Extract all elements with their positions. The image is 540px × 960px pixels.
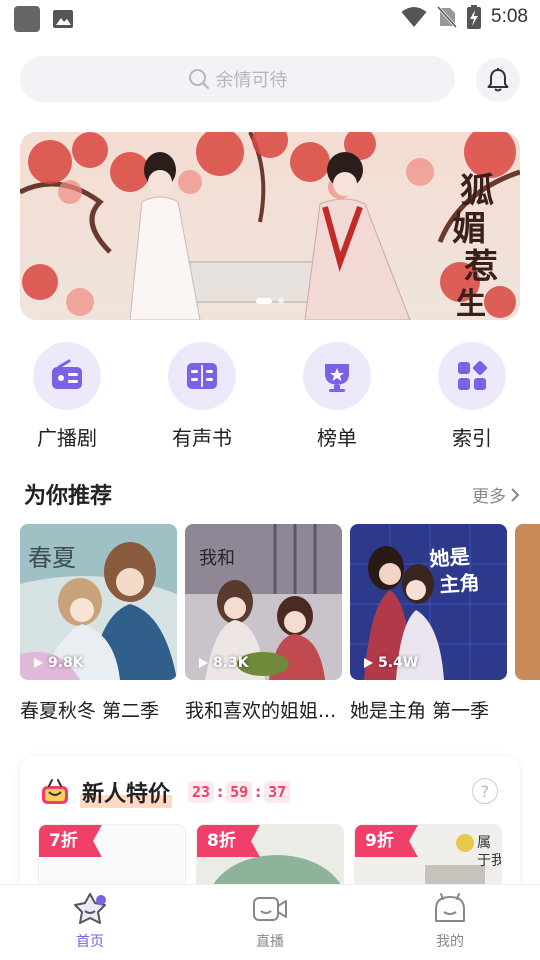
nav-label: 我的 <box>436 934 464 950</box>
bell-icon <box>487 68 509 92</box>
search-placeholder: 余情可待 <box>215 70 288 91</box>
recommend-card[interactable]: 春夏 9.8K 春夏秋冬 第二季 <box>20 524 177 723</box>
banner-illustration: 狐 媚 惹 生 <box>20 132 520 320</box>
status-bar: 5:08 <box>0 0 540 36</box>
nav-home[interactable]: 首页 <box>30 891 150 951</box>
recommend-card-partial[interactable] <box>515 524 540 680</box>
play-icon <box>364 658 373 668</box>
section-title: 为你推荐 <box>24 484 113 509</box>
svg-text:她是: 她是 <box>429 544 471 571</box>
category-label: 有声书 <box>172 426 232 450</box>
book-icon <box>187 363 217 389</box>
nav-profile[interactable]: 我的 <box>390 891 510 951</box>
nav-label: 首页 <box>76 934 104 950</box>
category-icon-bg <box>438 342 506 410</box>
pager-dot-active <box>256 298 272 304</box>
recommend-title: 我和喜欢的姐姐... <box>185 700 337 722</box>
more-link[interactable]: 更多 <box>472 482 520 507</box>
play-icon <box>199 658 208 668</box>
grid-index-icon <box>458 361 487 390</box>
shopping-basket-icon <box>42 779 68 804</box>
banner-pager <box>256 298 284 304</box>
help-icon[interactable]: ? <box>472 778 498 804</box>
play-count: 8.3K <box>197 655 249 671</box>
timer-separator: : <box>217 783 224 801</box>
play-icon <box>34 658 43 668</box>
play-count: 5.4W <box>362 655 418 671</box>
trophy-icon <box>325 364 349 392</box>
recommend-card[interactable]: 我和 8.3K 我和喜欢的姐姐... <box>185 524 342 723</box>
svg-text:生: 生 <box>456 287 486 320</box>
category-charts[interactable]: 榜单 <box>287 342 387 451</box>
cover-image: 我和 8.3K <box>185 524 342 680</box>
cover-image <box>515 524 540 680</box>
recommend-title: 她是主角 第一季 <box>350 700 490 722</box>
timer-minutes: 59 <box>226 781 253 803</box>
search-row: 余情可待 <box>20 56 520 104</box>
promo-banner[interactable]: 狐 媚 惹 生 <box>20 132 520 320</box>
wifi-icon <box>401 7 427 27</box>
cover-image: 她是 主角 5.4W <box>350 524 507 680</box>
notification-button[interactable] <box>476 58 520 102</box>
recommend-title: 春夏秋冬 第二季 <box>20 700 160 722</box>
timer-separator: : <box>255 783 262 801</box>
play-count: 9.8K <box>32 655 84 671</box>
nav-label: 直播 <box>256 934 284 950</box>
category-audiobook[interactable]: 有声书 <box>152 342 252 451</box>
home-star-icon <box>74 893 106 924</box>
gallery-icon <box>53 10 73 28</box>
svg-text:惹: 惹 <box>464 247 498 287</box>
category-icon-bg <box>303 342 371 410</box>
svg-text:于我: 于我 <box>477 853 502 869</box>
notification-app-icon <box>14 6 40 32</box>
banner-title-art: 狐 <box>460 171 494 211</box>
countdown-timer: 23 : 59 : 37 <box>188 781 291 803</box>
bottom-nav: 首页 直播 我的 <box>0 884 540 960</box>
pager-dot <box>278 298 284 304</box>
category-label: 广播剧 <box>37 426 97 450</box>
svg-text:属: 属 <box>477 835 491 851</box>
deals-title: 新人特价 <box>80 776 173 808</box>
more-label: 更多 <box>472 487 506 507</box>
category-icon-bg <box>168 342 236 410</box>
category-radio-drama[interactable]: 广播剧 <box>17 342 117 451</box>
timer-seconds: 37 <box>264 781 291 803</box>
category-index[interactable]: 索引 <box>422 342 522 451</box>
svg-text:主角: 主角 <box>439 570 481 597</box>
radio-icon <box>52 359 82 389</box>
discount-tag: 8折 <box>197 825 260 857</box>
discount-tag: 9折 <box>355 825 418 857</box>
nav-live[interactable]: 直播 <box>210 891 330 951</box>
svg-text:媚: 媚 <box>452 209 486 249</box>
clock: 5:08 <box>491 6 528 27</box>
timer-hours: 23 <box>188 781 215 803</box>
category-row: 广播剧 有声书 榜单 索引 <box>0 342 540 452</box>
cover-image: 春夏 9.8K <box>20 524 177 680</box>
chevron-right-icon <box>511 487 520 502</box>
deals-header: 新人特价 23 : 59 : 37 <box>40 776 291 808</box>
battery-charging-icon <box>467 5 482 29</box>
category-label: 榜单 <box>317 426 357 450</box>
play-count-value: 9.8K <box>48 655 84 671</box>
play-count-value: 8.3K <box>213 655 249 671</box>
profile-face-icon <box>435 893 465 922</box>
category-label: 索引 <box>452 426 492 450</box>
video-camera-icon <box>253 897 287 921</box>
play-count-value: 5.4W <box>378 655 419 671</box>
recommend-list: 春夏 9.8K 春夏秋冬 第二季 我和 8.3K 我和喜欢的姐姐... 她是 主… <box>20 524 540 734</box>
category-icon-bg <box>33 342 101 410</box>
no-sim-icon <box>437 6 458 28</box>
recommend-card[interactable]: 她是 主角 5.4W 她是主角 第一季 <box>350 524 507 723</box>
discount-tag: 7折 <box>39 825 102 857</box>
search-icon <box>188 69 209 89</box>
svg-text:春夏: 春夏 <box>28 544 76 572</box>
svg-text:我和: 我和 <box>199 548 235 569</box>
recommend-header: 为你推荐 更多 <box>24 476 520 510</box>
search-input[interactable]: 余情可待 <box>20 56 455 102</box>
